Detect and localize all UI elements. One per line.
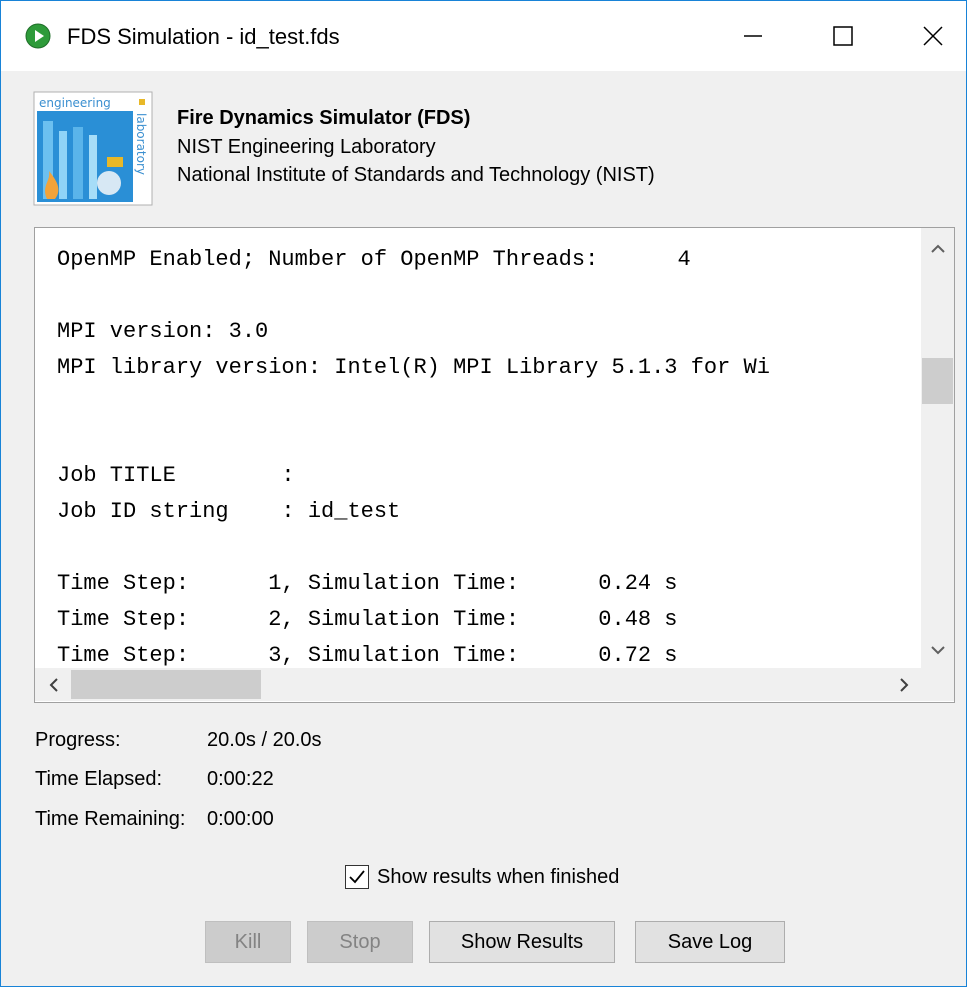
svg-text:engineering: engineering	[39, 96, 111, 110]
log-line: Job ID string : id_test	[57, 499, 401, 524]
show-results-checkbox[interactable]	[345, 865, 369, 889]
vertical-scroll-thumb[interactable]	[922, 358, 953, 404]
vertical-scrollbar[interactable]	[921, 228, 954, 668]
engineering-laboratory-logo: engineering laboratory	[33, 91, 153, 206]
save-log-button[interactable]: Save Log	[635, 921, 785, 963]
maximize-icon	[833, 26, 853, 46]
minimize-icon	[744, 35, 762, 37]
show-results-option[interactable]: Show results when finished	[345, 863, 619, 891]
scroll-up-button[interactable]	[921, 232, 954, 265]
app-name: Fire Dynamics Simulator (FDS)	[177, 107, 471, 129]
show-results-button[interactable]: Show Results	[429, 921, 615, 963]
close-icon	[923, 26, 943, 46]
maximize-button[interactable]	[797, 1, 889, 71]
close-button[interactable]	[887, 1, 967, 71]
progress-value: 20.0s / 20.0s	[207, 729, 322, 751]
institute-line: National Institute of Standards and Tech…	[177, 164, 655, 186]
minimize-button[interactable]	[707, 1, 799, 71]
horizontal-scroll-thumb[interactable]	[71, 670, 261, 699]
organization-line: NIST Engineering Laboratory	[177, 136, 436, 158]
play-app-icon	[25, 23, 51, 49]
time-remaining-label: Time Remaining:	[35, 808, 186, 830]
log-line: Job TITLE :	[57, 463, 295, 488]
scroll-left-button[interactable]	[37, 668, 70, 701]
scrollbar-corner	[921, 668, 954, 701]
stop-button[interactable]: Stop	[307, 921, 413, 963]
show-results-label[interactable]: Show results when finished	[377, 866, 619, 889]
horizontal-scrollbar[interactable]	[35, 668, 921, 701]
chevron-up-icon	[930, 244, 945, 253]
window-title: FDS Simulation - id_test.fds	[67, 24, 340, 49]
svg-text:laboratory: laboratory	[134, 113, 148, 175]
chevron-right-icon	[899, 677, 908, 692]
log-line: Time Step: 2, Simulation Time: 0.48 s	[57, 607, 678, 632]
kill-button[interactable]: Kill	[205, 921, 291, 963]
log-line: Time Step: 1, Simulation Time: 0.24 s	[57, 571, 678, 596]
simulation-log[interactable]: OpenMP Enabled; Number of OpenMP Threads…	[34, 227, 955, 703]
checkmark-icon	[349, 870, 365, 884]
log-line: OpenMP Enabled; Number of OpenMP Threads…	[57, 247, 691, 272]
progress-label: Progress:	[35, 729, 121, 751]
title-bar[interactable]: FDS Simulation - id_test.fds	[1, 1, 966, 71]
fds-simulation-window: FDS Simulation - id_test.fds engineering…	[0, 0, 967, 987]
scroll-down-button[interactable]	[921, 633, 954, 666]
scroll-right-button[interactable]	[887, 668, 920, 701]
chevron-down-icon	[930, 645, 945, 654]
time-elapsed-label: Time Elapsed:	[35, 768, 163, 790]
chevron-left-icon	[49, 677, 58, 692]
log-text-area[interactable]: OpenMP Enabled; Number of OpenMP Threads…	[35, 228, 921, 668]
time-remaining-value: 0:00:00	[207, 808, 274, 830]
log-line: MPI version: 3.0	[57, 319, 269, 344]
log-line: MPI library version: Intel(R) MPI Librar…	[57, 355, 770, 380]
log-line: Time Step: 3, Simulation Time: 0.72 s	[57, 643, 678, 668]
time-elapsed-value: 0:00:22	[207, 768, 274, 790]
